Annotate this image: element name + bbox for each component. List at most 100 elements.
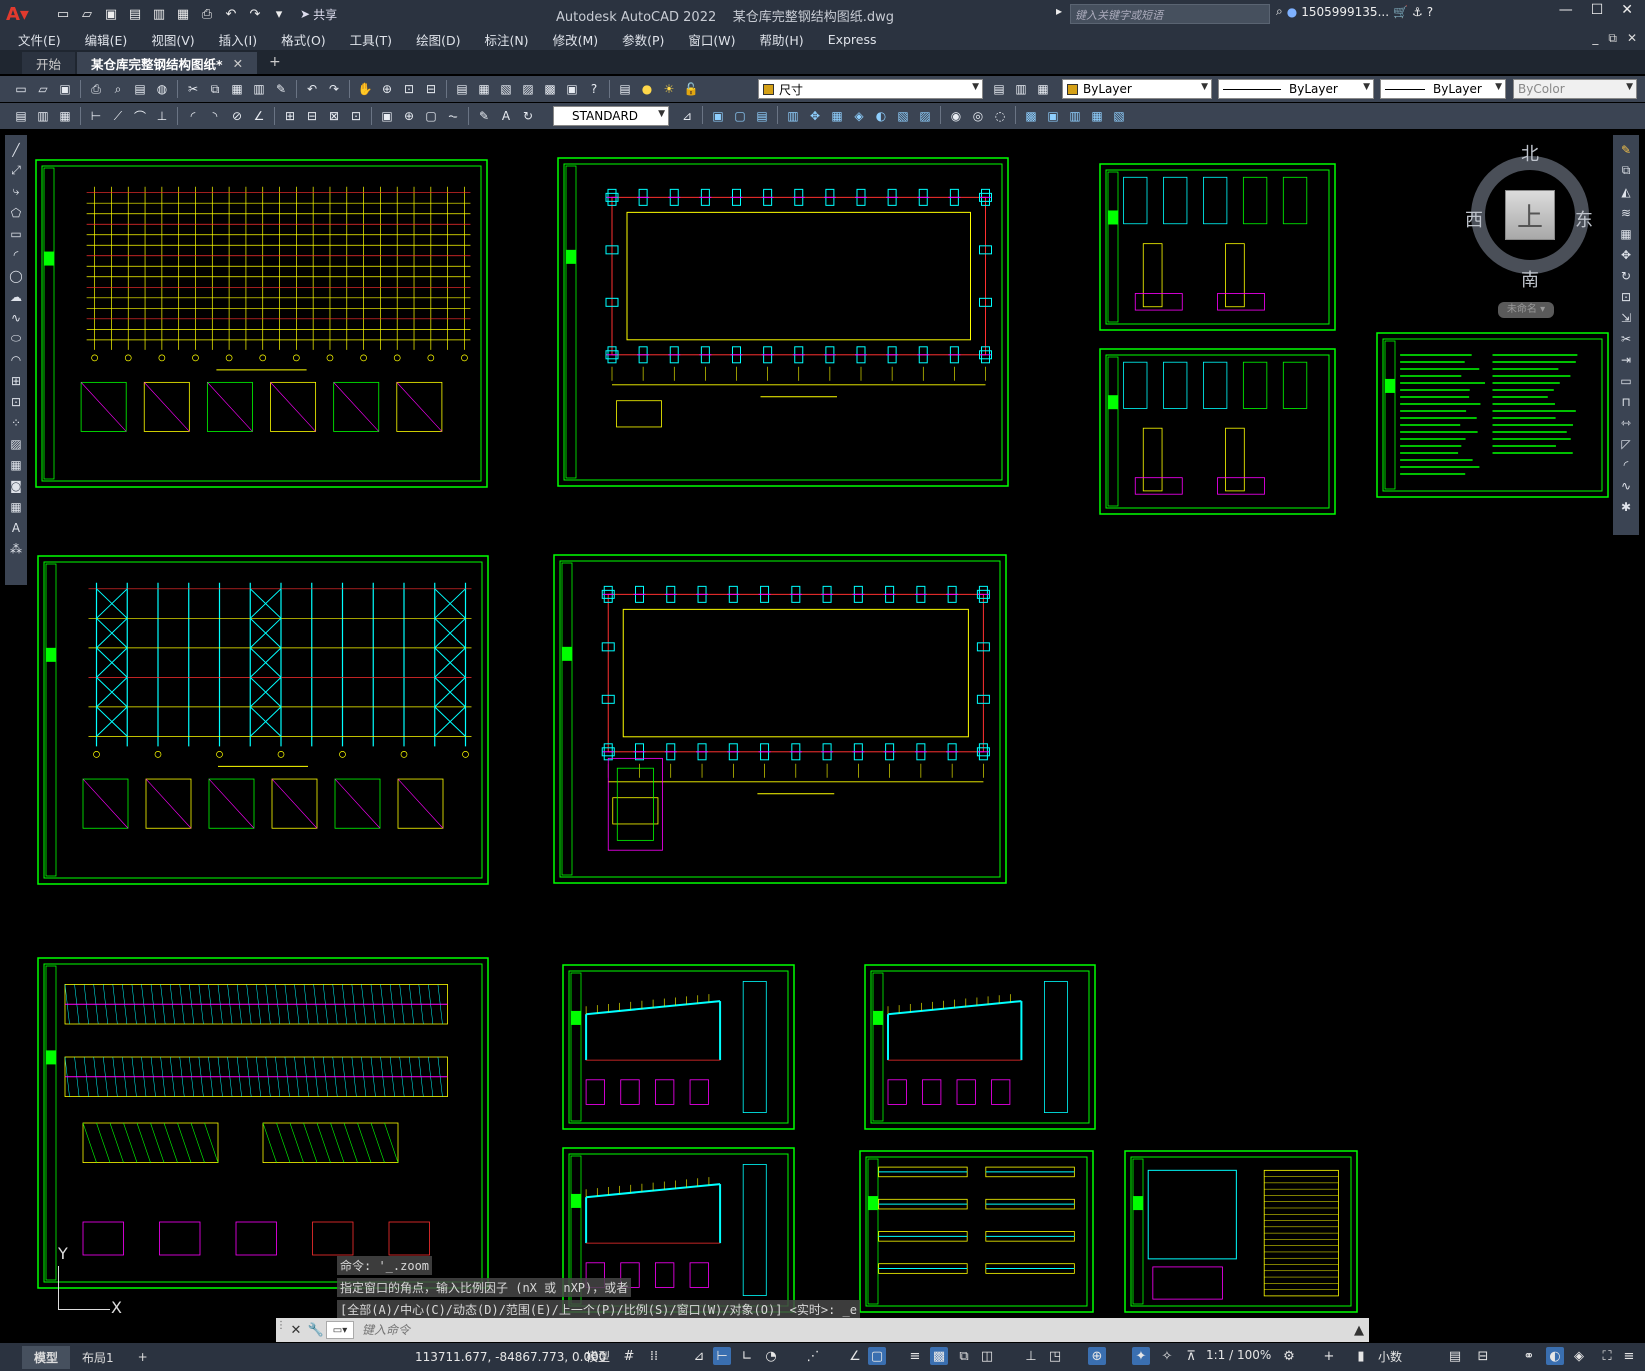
polyline-icon[interactable]: ⤷ (8, 183, 24, 200)
menu-view[interactable]: 视图(V) (151, 30, 194, 49)
polar-tracking-icon[interactable]: ◔ (762, 1347, 780, 1365)
tolerance-icon[interactable]: ▣ (377, 106, 397, 126)
fillet-icon[interactable]: ◜ (1618, 456, 1634, 473)
match-properties-icon[interactable]: ▥ (249, 79, 269, 99)
undo-tb-icon[interactable]: ↶ (302, 79, 322, 99)
selection-cycling-icon[interactable]: ⧉ (955, 1347, 973, 1365)
coordinate-readout[interactable]: 113711.677, -84867.773, 0.000 (415, 1350, 606, 1364)
tool-palettes-icon[interactable]: ▧ (496, 79, 516, 99)
scale-icon[interactable]: ⊡ (1618, 288, 1634, 305)
isolate-objects-icon[interactable]: ⚭ (1520, 1347, 1538, 1365)
annotation-visibility-icon[interactable]: ✦ (1132, 1347, 1150, 1365)
redo-tb-icon[interactable]: ↷ (324, 79, 344, 99)
save-icon[interactable]: ▣ (102, 5, 120, 23)
stretch-icon[interactable]: ⇲ (1618, 309, 1634, 326)
markup-icon[interactable]: ▩ (540, 79, 560, 99)
dim-edit-icon[interactable]: ✎ (474, 106, 494, 126)
baseline-dim-icon[interactable]: ⊟ (302, 106, 322, 126)
viewcube[interactable]: 北 西 东 南 上 (1465, 140, 1595, 292)
close-icon[interactable]: ✕ (1621, 2, 1633, 18)
point-icon[interactable]: ⁘ (8, 414, 24, 431)
menu-edit[interactable]: 编辑(E) (85, 30, 128, 49)
3d-osnap-icon[interactable]: ◫ (978, 1347, 996, 1365)
maximize-icon[interactable]: ☐ (1591, 2, 1604, 18)
ellipse-arc-icon[interactable]: ◠ (8, 351, 24, 368)
object-snap-icon[interactable]: ▢ (868, 1347, 886, 1365)
new-tab-icon[interactable]: + (269, 54, 281, 74)
undo-icon[interactable]: ↶ (222, 5, 240, 23)
hardware-acceleration-icon[interactable]: ◐ (1546, 1347, 1564, 1365)
modify-icon[interactable]: ▧ (1109, 106, 1129, 126)
aligned-dim-icon[interactable]: ⟋ (108, 106, 128, 126)
web-icon[interactable]: ◍ (152, 79, 172, 99)
save-tb-icon[interactable]: ▣ (55, 79, 75, 99)
command-scroll-icon[interactable]: ▲ (1349, 1323, 1369, 1338)
object-snap-tracking-icon[interactable]: ∠ (846, 1347, 864, 1365)
offset-icon[interactable]: ≋ (1618, 204, 1634, 221)
print-icon[interactable]: ⎙ (86, 79, 106, 99)
help-tb-icon[interactable]: ? (584, 79, 604, 99)
selection-filter-icon[interactable]: ◳ (1046, 1347, 1064, 1365)
add-layout-icon[interactable]: + (126, 1347, 160, 1367)
publish-icon[interactable]: ▦ (174, 5, 192, 23)
plot-icon[interactable]: ⎙ (198, 5, 216, 23)
transparency-icon[interactable]: ▩ (930, 1347, 948, 1365)
modify-icon[interactable]: ◉ (946, 106, 966, 126)
arc-length-icon[interactable]: ⌒ (130, 106, 150, 126)
lock-ui-icon[interactable]: ⊟ (1474, 1347, 1492, 1365)
linear-dim-icon[interactable]: ⊢ (86, 106, 106, 126)
circle-icon[interactable]: ◯ (8, 267, 24, 284)
fullscreen-icon[interactable]: ⛶ (1598, 1347, 1616, 1365)
new-file-icon[interactable]: ▭ (54, 5, 72, 23)
modify-icon[interactable]: ▣ (708, 106, 728, 126)
modify-icon[interactable]: ◈ (849, 106, 869, 126)
minimize-icon[interactable]: — (1559, 2, 1573, 18)
tool-icon[interactable]: ▥ (33, 106, 53, 126)
move-icon[interactable]: ✥ (1618, 246, 1634, 263)
modify-icon[interactable]: ▥ (783, 106, 803, 126)
viewcube-east[interactable]: 东 (1575, 206, 1593, 232)
arc-icon[interactable]: ◜ (8, 246, 24, 263)
layer-states-icon[interactable]: ▦ (1033, 79, 1053, 99)
table-icon[interactable]: ▦ (8, 498, 24, 515)
lineweight-dropdown[interactable]: ByLayer ▼ (1380, 79, 1506, 99)
color-dropdown[interactable]: ByLayer ▼ (1062, 79, 1212, 99)
menu-modify[interactable]: 修改(M) (553, 30, 599, 49)
paste-icon[interactable]: ▦ (227, 79, 247, 99)
wcs-menu[interactable]: 未命名 ▾ (1498, 302, 1554, 318)
drag-handle-icon[interactable]: ⋮ (276, 1320, 286, 1340)
tab-close-icon[interactable]: ✕ (233, 56, 243, 71)
tool-icon[interactable]: ▦ (55, 106, 75, 126)
inspection-icon[interactable]: ▢ (421, 106, 441, 126)
modify-icon[interactable]: ◎ (968, 106, 988, 126)
menu-dimension[interactable]: 标注(N) (484, 30, 528, 49)
join-icon[interactable]: ⇿ (1618, 414, 1634, 431)
jogged-linear-icon[interactable]: ⏦ (443, 106, 463, 126)
menu-format[interactable]: 格式(O) (281, 30, 326, 49)
close-command-icon[interactable]: ✕ (286, 1323, 306, 1338)
search-chevron-icon[interactable]: ▸ (1056, 4, 1062, 18)
lineweight-icon[interactable]: ≡ (906, 1347, 924, 1365)
hatch-icon[interactable]: ▨ (8, 435, 24, 452)
erase-icon[interactable]: ✎ (1618, 141, 1634, 158)
layout-tab-model[interactable]: 模型 (22, 1345, 71, 1369)
search-input[interactable]: 键入关键字或短语 (1070, 4, 1270, 24)
drawing-canvas[interactable] (34, 130, 1610, 1320)
viewcube-south[interactable]: 南 (1521, 266, 1539, 292)
tool-icon[interactable]: ▤ (11, 106, 31, 126)
plotstyle-dropdown[interactable]: ByColor ▼ (1513, 79, 1637, 99)
explode-icon[interactable]: ✱ (1618, 498, 1634, 515)
gizmo-icon[interactable]: ⊕ (1088, 1347, 1106, 1365)
infer-constraints-icon[interactable]: ⊿ (690, 1347, 708, 1365)
redo-icon[interactable]: ↷ (246, 5, 264, 23)
menu-parametric[interactable]: 参数(P) (622, 30, 664, 49)
break-point-icon[interactable]: ▭ (1618, 372, 1634, 389)
cut-icon[interactable]: ✂ (183, 79, 203, 99)
layout-tab-1[interactable]: 布局1 (70, 1346, 126, 1369)
jogged-dim-icon[interactable]: ◝ (205, 106, 225, 126)
units-icon[interactable]: ▮ (1352, 1347, 1370, 1365)
angular-dim-icon[interactable]: ∠ (249, 106, 269, 126)
tab-drawing[interactable]: 某仓库完整钢结构图纸* ✕ (77, 52, 258, 74)
sheet-set-icon[interactable]: ▨ (518, 79, 538, 99)
open-icon[interactable]: ▱ (33, 79, 53, 99)
